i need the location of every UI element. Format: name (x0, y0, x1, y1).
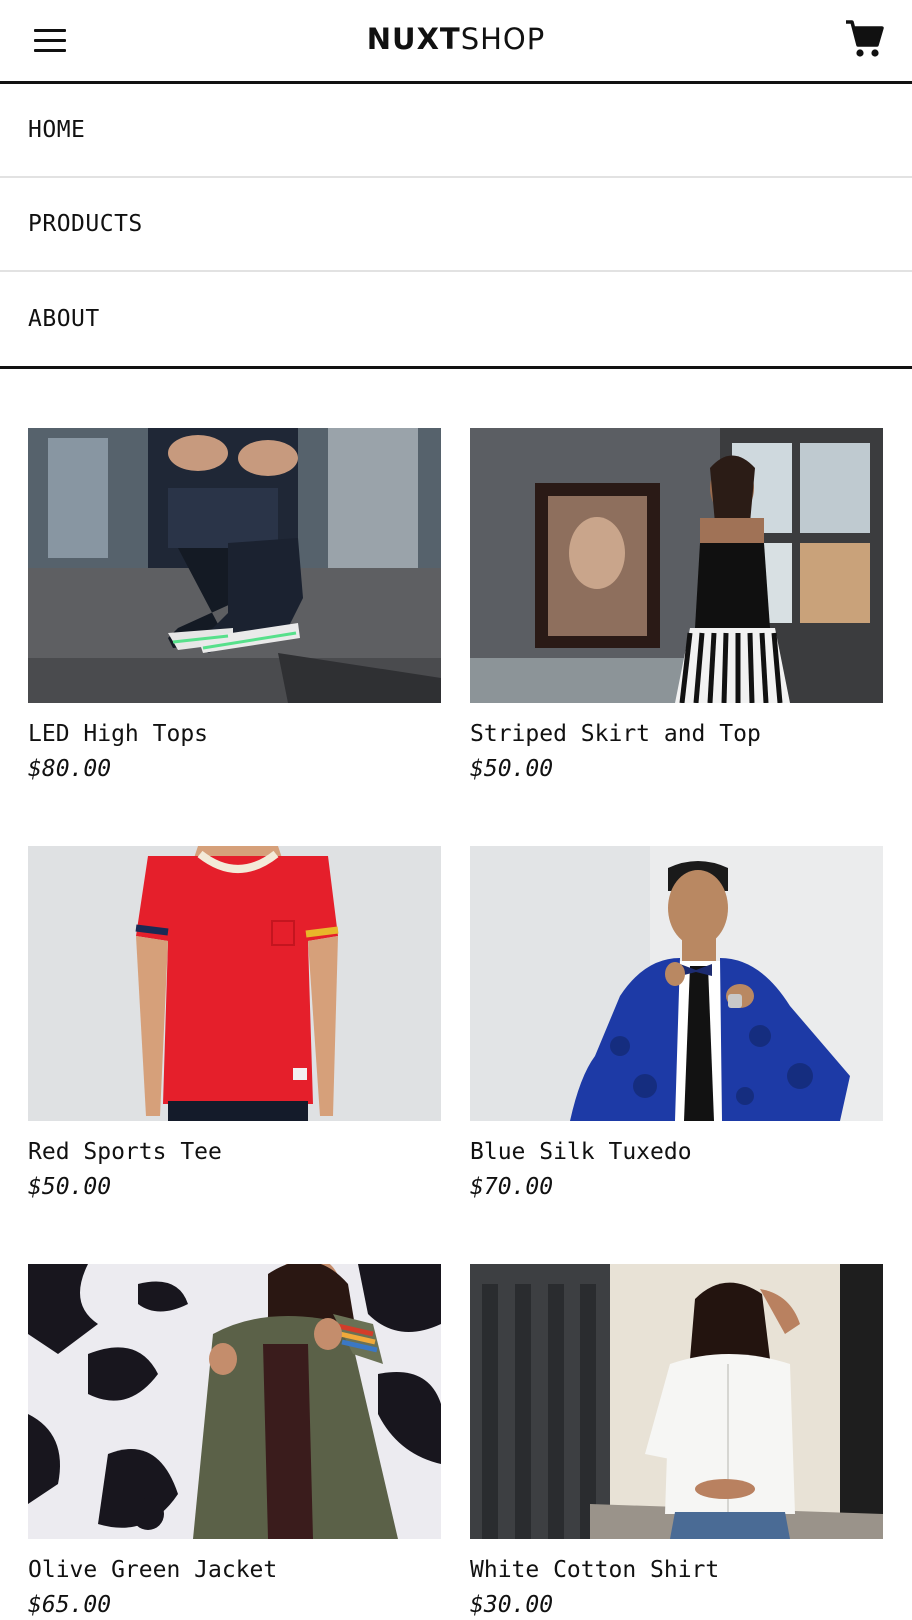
shopping-cart-icon[interactable] (844, 18, 884, 60)
product-card[interactable]: White Cotton Shirt $30.00 (470, 1264, 883, 1620)
product-card[interactable]: Striped Skirt and Top $50.00 (470, 428, 883, 784)
nav-item-home[interactable]: HOME (0, 84, 912, 178)
product-name[interactable]: Red Sports Tee (28, 1137, 441, 1167)
product-image[interactable] (28, 1264, 441, 1539)
product-name[interactable]: Olive Green Jacket (28, 1555, 441, 1585)
product-image[interactable] (470, 428, 883, 703)
product-image[interactable] (28, 846, 441, 1121)
product-name[interactable]: Blue Silk Tuxedo (470, 1137, 883, 1167)
product-price: $50.00 (470, 756, 554, 782)
product-name[interactable]: White Cotton Shirt (470, 1555, 883, 1585)
product-image[interactable] (28, 428, 441, 703)
product-image[interactable] (470, 846, 883, 1121)
product-image[interactable] (470, 1264, 883, 1539)
shop-logo[interactable]: NUXTSHOP (0, 22, 912, 56)
product-price: $65.00 (28, 1592, 112, 1618)
product-price: $70.00 (470, 1174, 554, 1200)
nav-item-label: HOME (28, 117, 86, 143)
product-card[interactable]: LED High Tops $80.00 (28, 428, 441, 784)
logo-bold-text: NUXT (366, 22, 461, 56)
nav-item-label: PRODUCTS (28, 211, 143, 237)
top-header: NUXTSHOP (0, 0, 912, 84)
product-card[interactable]: Blue Silk Tuxedo $70.00 (470, 846, 883, 1202)
logo-light-text: SHOP (460, 22, 546, 56)
product-price: $80.00 (28, 756, 112, 782)
product-price: $50.00 (28, 1174, 112, 1200)
nav-item-about[interactable]: ABOUT (0, 272, 912, 366)
product-card[interactable]: Olive Green Jacket $65.00 (28, 1264, 441, 1620)
product-card[interactable]: Red Sports Tee $50.00 (28, 846, 441, 1202)
product-price: $30.00 (470, 1592, 554, 1618)
main-navigation: HOME PRODUCTS ABOUT (0, 84, 912, 369)
nav-item-label: ABOUT (28, 306, 100, 332)
product-name[interactable]: Striped Skirt and Top (470, 719, 883, 749)
nav-item-products[interactable]: PRODUCTS (0, 178, 912, 272)
product-name[interactable]: LED High Tops (28, 719, 441, 749)
